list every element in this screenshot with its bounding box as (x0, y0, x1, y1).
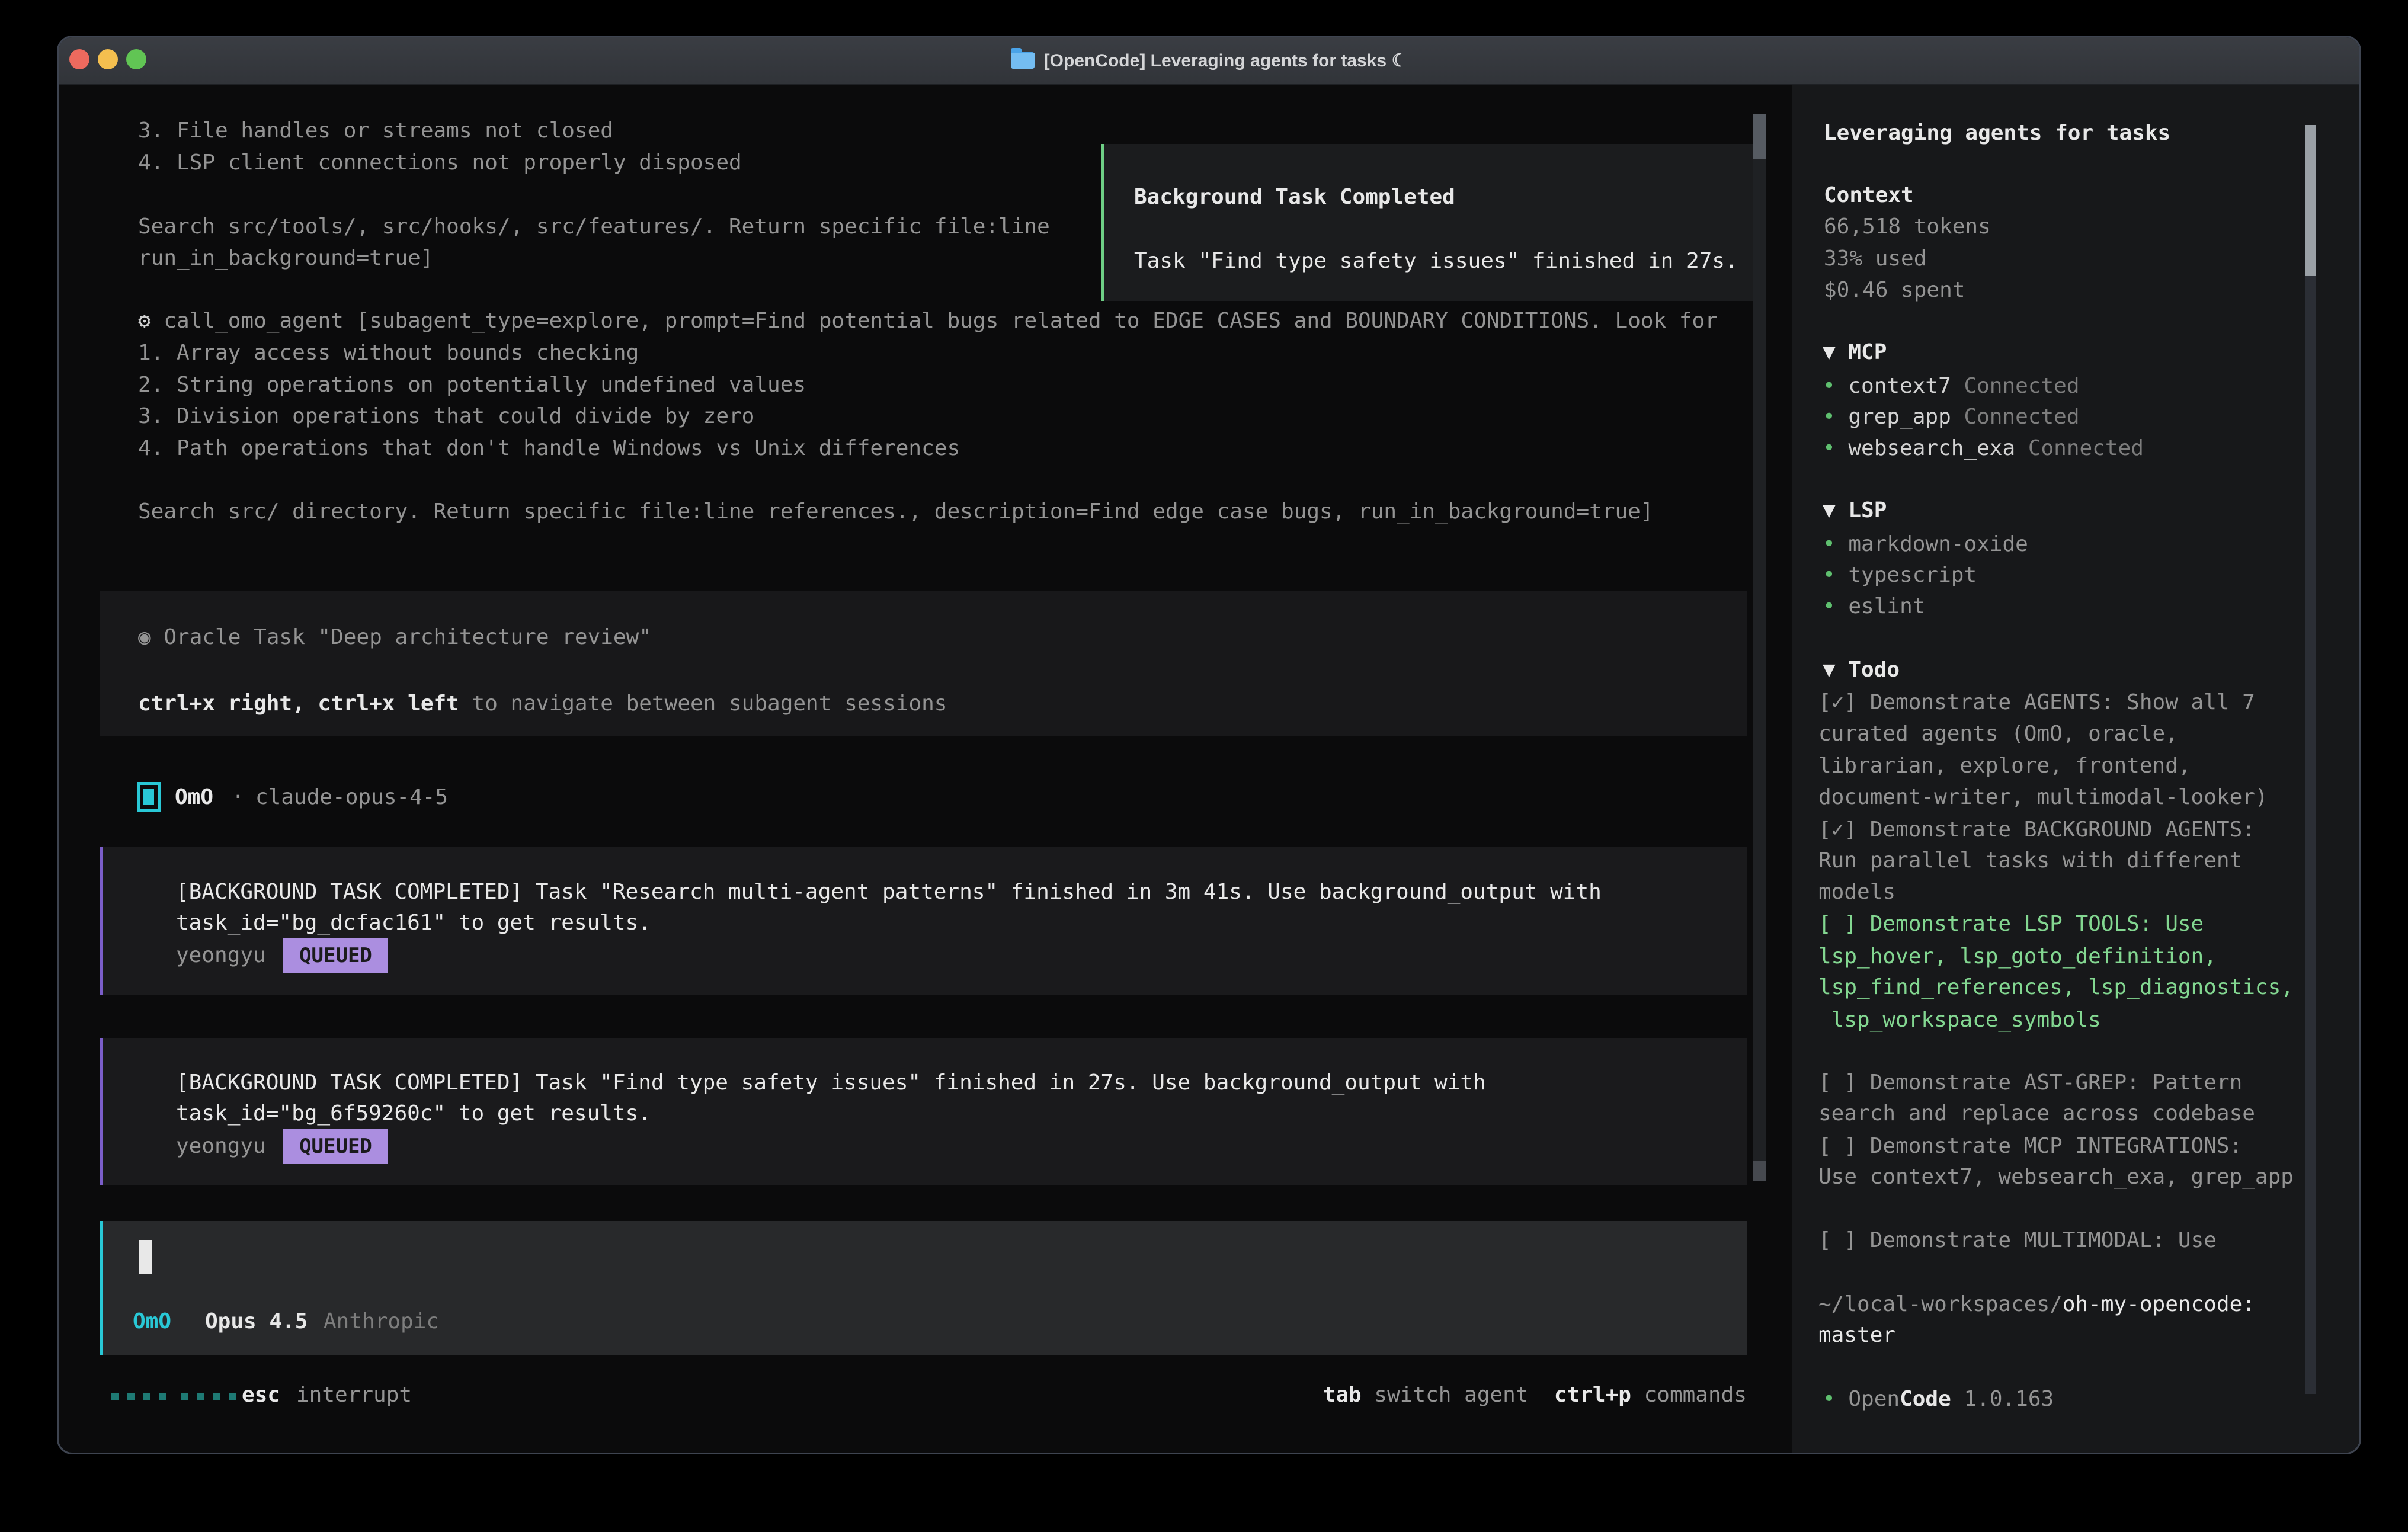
oracle-task-line: ◉ Oracle Task "Deep architecture review" (138, 621, 652, 653)
screen: { "window": { "title": "[OpenCode] Lever… (0, 0, 2408, 1532)
workspace-path: ~/local-workspaces/oh-my-opencode: (1818, 1289, 2255, 1321)
message-author: yeongyu (176, 940, 266, 972)
queued-status-badge: QUEUED (283, 1129, 388, 1164)
lsp-item: • eslint (1823, 591, 1925, 623)
agent-model: claude-opus-4-5 (255, 781, 448, 813)
window-title-group: [OpenCode] Leveraging agents for tasks ☾ (59, 37, 2359, 84)
background-task-message: [BACKGROUND TASK COMPLETED] Task "Find t… (100, 1038, 1747, 1185)
tool-call-line: 2. String operations on potentially unde… (138, 369, 806, 401)
sidebar-scrollbar[interactable] (2305, 125, 2316, 1394)
chevron-down-icon: ▼ (1823, 340, 1836, 364)
sidebar-scrollbar-thumb[interactable] (2305, 125, 2316, 276)
statusbar-right: tab switch agent ctrl+p commands (1267, 1379, 1747, 1411)
opencode-version: • OpenCode 1.0.163 (1823, 1383, 2054, 1415)
titlebar: [OpenCode] Leveraging agents for tasks ☾ (59, 37, 2359, 85)
ctrl-p-key-label: commands (1644, 1383, 1747, 1407)
todo-item-line-active: [ ] Demonstrate LSP TOOLS: Use (1818, 908, 2204, 940)
prompt-input[interactable]: OmO Opus 4.5 Anthropic (100, 1221, 1747, 1355)
tool-call-line: Search src/ directory. Return specific f… (138, 496, 1654, 528)
scrollback-line: Search src/tools/, src/hooks/, src/featu… (138, 211, 1050, 243)
todo-item-line: [ ] Demonstrate MULTIMODAL: Use (1818, 1225, 2217, 1257)
window-title: [OpenCode] Leveraging agents for tasks ☾ (1044, 50, 1408, 71)
context-used: 33% used (1824, 243, 1926, 275)
bullet-icon: • (1823, 405, 1836, 429)
message-text-line: task_id="bg_dcfac161" to get results. (176, 907, 651, 939)
agent-separator: · (232, 781, 245, 813)
message-text-line: [BACKGROUND TASK COMPLETED] Task "Find t… (176, 1067, 1486, 1099)
lsp-item: • markdown-oxide (1823, 528, 2028, 560)
message-text-line: [BACKGROUND TASK COMPLETED] Task "Resear… (176, 876, 1602, 908)
todo-item-line-active: lsp_find_references, lsp_diagnostics, (1818, 972, 2294, 1004)
todo-item-line: models (1818, 876, 1895, 908)
todo-item-line: document-writer, multimodal-looker) (1818, 781, 2268, 813)
chat-scrollbar-thumb[interactable] (1753, 1161, 1766, 1181)
input-provider-name: Anthropic (324, 1306, 439, 1338)
todo-item-line-active: lsp_workspace_symbols (1818, 1004, 2101, 1036)
oracle-hint-keys: ctrl+x right, ctrl+x left (138, 691, 459, 716)
toast-body: Task "Find type safety issues" finished … (1134, 245, 1738, 277)
oracle-hint-rest: to navigate between subagent sessions (459, 691, 947, 716)
bullet-icon: • (1823, 594, 1836, 618)
sidebar-session-title: Leveraging agents for tasks (1824, 117, 2170, 149)
todo-item-line: curated agents (OmO, oracle, (1818, 718, 2178, 750)
scrollback-line: run_in_background=true] (138, 242, 434, 274)
bullet-icon: • (1823, 563, 1836, 587)
todo-item-line-active: lsp_hover, lsp_goto_definition, (1818, 941, 2217, 973)
context-tokens: 66,518 tokens (1824, 211, 1991, 243)
mcp-item: • context7 Connected (1823, 370, 2080, 402)
text-cursor (139, 1240, 152, 1274)
todo-item-line: [ ] Demonstrate MCP INTEGRATIONS: (1818, 1130, 2242, 1162)
scrollback-line: 4. LSP client connections not properly d… (138, 147, 742, 179)
input-agent-name: OmO (133, 1306, 171, 1338)
scrollback-line: 3. File handles or streams not closed (138, 115, 613, 147)
lsp-section-header[interactable]: ▼ LSP (1823, 495, 1887, 527)
todo-item-line: [ ] Demonstrate AST-GREP: Pattern (1818, 1067, 2242, 1099)
input-model-name: Opus 4.5 (205, 1306, 308, 1338)
todo-section-header[interactable]: ▼ Todo (1823, 654, 1900, 686)
tool-call-line: 4. Path operations that don't handle Win… (138, 432, 960, 464)
todo-item-line: search and replace across codebase (1818, 1098, 2255, 1130)
todo-item-line: [✓] Demonstrate BACKGROUND AGENTS: (1818, 814, 2255, 846)
mcp-section-header[interactable]: ▼ MCP (1823, 336, 1887, 368)
message-author: yeongyu (176, 1130, 266, 1162)
queued-status-badge: QUEUED (283, 938, 388, 973)
todo-item-line: Run parallel tasks with different (1818, 845, 2242, 877)
esc-key-label: interrupt (296, 1379, 412, 1411)
mcp-item: • websearch_exa Connected (1823, 432, 2144, 464)
ctrl-p-key-hint: ctrl+p (1554, 1383, 1631, 1407)
tab-key-hint: tab (1323, 1383, 1362, 1407)
context-spent: $0.46 spent (1824, 274, 1965, 306)
bullet-icon: • (1823, 374, 1836, 398)
message-text-line: task_id="bg_6f59260c" to get results. (176, 1098, 651, 1130)
background-task-toast[interactable]: Background Task Completed Task "Find typ… (1101, 144, 1758, 301)
opencode-window: [OpenCode] Leveraging agents for tasks ☾… (57, 36, 2361, 1454)
gear-icon: ⚙ (138, 309, 151, 333)
context-heading: Context (1824, 180, 1914, 211)
bullet-icon: • (1823, 1387, 1836, 1411)
chevron-down-icon: ▼ (1823, 498, 1836, 523)
workspace-branch: master (1818, 1319, 1895, 1351)
tool-call-line: 3. Division operations that could divide… (138, 400, 754, 432)
spinner-dots (111, 1392, 245, 1403)
toast-title: Background Task Completed (1134, 181, 1455, 213)
todo-item-line: librarian, explore, frontend, (1818, 750, 2191, 782)
chat-scrollbar-thumb[interactable] (1753, 114, 1766, 159)
esc-key-hint: esc (242, 1379, 280, 1411)
folder-icon (1011, 52, 1035, 69)
tool-call-line: 1. Array access without bounds checking (138, 337, 639, 369)
mcp-item: • grep_app Connected (1823, 401, 2080, 433)
chat-scrollbar[interactable] (1753, 114, 1766, 1181)
background-task-message: [BACKGROUND TASK COMPLETED] Task "Resear… (100, 847, 1747, 995)
oracle-hint-line: ctrl+x right, ctrl+x left to navigate be… (138, 688, 947, 720)
bullet-icon: • (1823, 532, 1836, 556)
bullet-icon: • (1823, 436, 1836, 460)
agent-icon (137, 782, 161, 812)
todo-item-line: [✓] Demonstrate AGENTS: Show all 7 (1818, 687, 2255, 719)
todo-item-line: Use context7, websearch_exa, grep_app (1818, 1161, 2294, 1193)
agent-name: OmO (175, 781, 213, 813)
lsp-item: • typescript (1823, 559, 1977, 591)
tool-call-line: ⚙ call_omo_agent [subagent_type=explore,… (138, 305, 1718, 337)
tab-key-label: switch agent (1374, 1383, 1528, 1407)
chevron-down-icon: ▼ (1823, 658, 1836, 682)
